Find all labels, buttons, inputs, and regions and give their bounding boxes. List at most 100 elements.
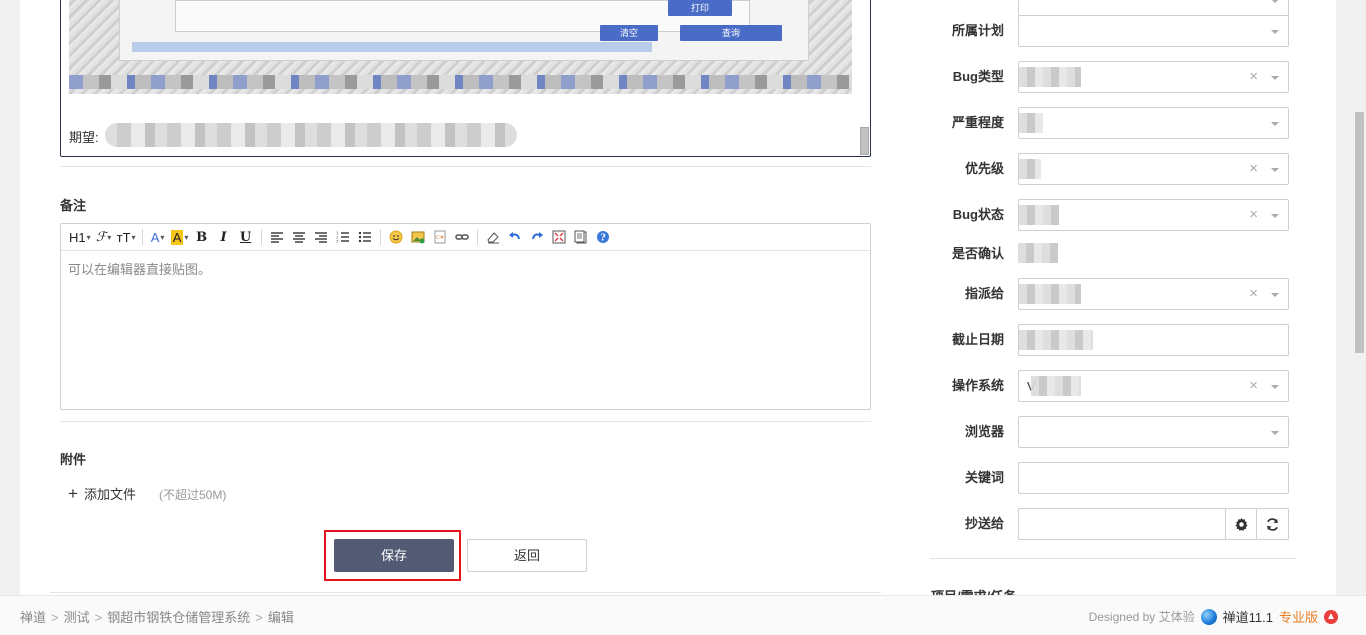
os-select[interactable]: V × [1018,370,1289,402]
page-scrollbar-thumb[interactable] [1355,112,1364,353]
bug-status-label: Bug状态 [952,207,1004,222]
version-link[interactable]: 禅道11.1 [1223,607,1273,626]
emoticon-icon[interactable] [385,227,407,247]
pixelated-value [1019,330,1093,350]
link-icon[interactable] [451,227,473,247]
browser-label: 浏览器 [964,424,1004,439]
remark-editor-body[interactable]: 可以在编辑器直接贴图。 [61,251,870,286]
template-icon[interactable] [570,227,592,247]
svg-text:?: ? [600,234,605,244]
align-left-icon[interactable] [266,227,288,247]
os-label: 操作系统 [951,378,1004,393]
screenshot-dialog-inner [175,0,750,32]
pixelated-value [1031,376,1081,396]
browser-select[interactable] [1018,416,1289,448]
plus-icon: + [68,484,78,503]
clear-icon[interactable]: × [1249,377,1258,395]
toolbar-separator [141,229,143,245]
steps-scrollbar[interactable] [860,127,869,155]
insert-code-icon[interactable]: C# [429,227,451,247]
insert-image-icon[interactable] [407,227,429,247]
editor-toolbar: H1 ▾ ℱ ▾ ᴛT ▾ A ▾ A ▾ B I U 123 C# ? [61,224,870,251]
undo-icon[interactable] [504,227,526,247]
clear-icon[interactable]: × [1249,285,1258,303]
footer: 禅道 > 测试 > 钢超市钢铁仓储管理系统 > 编辑 Designed by 艾体验 禅道1… [0,595,1366,635]
plan-select[interactable] [1018,15,1289,47]
back-button[interactable]: 返回 [467,539,587,572]
refresh-icon[interactable] [1256,509,1288,539]
align-center-icon[interactable] [288,227,310,247]
pixelated-value [1019,159,1041,179]
priority-select[interactable]: × [1018,153,1289,185]
bug-edit-page: 打印 清空 查询 期望: 备注 H1 ▾ ℱ ▾ ᴛT ▾ A ▾ A ▾ B I U [20,0,1336,595]
screenshot-print-button: 打印 [668,0,732,16]
screenshot-bar [132,42,652,52]
confirmed-label: 是否确认 [951,246,1004,261]
unordered-list-icon[interactable] [354,227,376,247]
screenshot-dialog: 打印 清空 查询 [119,0,809,61]
fullscreen-icon[interactable] [548,227,570,247]
breadcrumb-item[interactable]: 禅道 [20,610,46,625]
italic-button[interactable]: I [213,227,235,247]
breadcrumb-item[interactable]: 测试 [64,610,90,625]
chevron-down-icon [1271,214,1279,218]
chevron-down-icon [1271,30,1279,34]
attachments-label: 附件 [60,452,87,467]
plan-label: 所属计划 [951,23,1004,38]
font-size-button[interactable]: ᴛT ▾ [115,227,138,247]
ordered-list-icon[interactable]: 123 [332,227,354,247]
font-color-button[interactable]: A ▾ [147,227,169,247]
breadcrumb-item[interactable]: 钢超市钢铁仓储管理系统 [107,610,250,625]
clear-icon[interactable]: × [1249,160,1258,178]
deadline-label: 截止日期 [951,332,1004,347]
chevron-down-icon [1271,293,1279,297]
save-button[interactable]: 保存 [334,539,454,572]
underline-button[interactable]: U [235,227,257,247]
cc-input[interactable] [1018,508,1289,540]
chevron-down-icon [1271,122,1279,126]
pixelated-text [105,123,517,147]
pixelated-value [1019,284,1081,304]
remark-label: 备注 [60,198,87,213]
bold-button[interactable]: B [191,227,213,247]
clear-icon[interactable]: × [1249,206,1258,224]
upgrade-icon[interactable]: ▲ [1324,609,1338,624]
designed-by-link[interactable]: Designed by 艾体验 [1089,608,1195,625]
remark-editor[interactable]: H1 ▾ ℱ ▾ ᴛT ▾ A ▾ A ▾ B I U 123 C# ? 可以在… [60,223,871,410]
clear-icon[interactable]: × [1249,68,1258,86]
deadline-input[interactable] [1018,324,1289,356]
edition-link[interactable]: 专业版 [1279,607,1318,626]
expect-label: 期望: [69,130,99,145]
add-file-label: 添加文件 [83,487,136,502]
font-family-button[interactable]: ℱ ▾ [93,227,115,247]
screenshot-clear-button: 清空 [600,25,658,41]
page-scrollbar[interactable] [1352,0,1366,595]
eraser-icon[interactable] [482,227,504,247]
globe-icon [1200,608,1217,625]
bug-type-select[interactable]: × [1018,61,1289,93]
bug-status-select[interactable]: × [1018,199,1289,231]
heading-button[interactable]: H1 ▾ [67,227,93,247]
field-above[interactable] [1018,0,1289,16]
toolbar-separator [476,229,478,245]
align-right-icon[interactable] [310,227,332,247]
add-file-button[interactable]: + 添加文件 [68,484,136,503]
chevron-down-icon [1271,385,1279,389]
severity-select[interactable] [1018,107,1289,139]
chevron-down-icon [1271,168,1279,172]
gear-icon[interactable] [1225,509,1257,539]
highlight-color-button[interactable]: A ▾ [169,227,191,247]
divider [50,592,881,593]
pixelated-value [1019,113,1043,133]
steps-editor[interactable]: 打印 清空 查询 期望: [60,0,871,157]
pixelated-row [69,75,852,89]
redo-icon[interactable] [526,227,548,247]
confirmed-pixelated-value [1018,243,1058,263]
keywords-input[interactable] [1018,462,1289,494]
assigned-to-select[interactable]: × [1018,278,1289,310]
attachment-size-hint: (不超过50M) [159,488,227,502]
help-icon[interactable]: ? [592,227,614,247]
pixelated-value [1019,205,1059,225]
screenshot-search-button: 查询 [680,25,782,41]
toolbar-separator [260,229,262,245]
